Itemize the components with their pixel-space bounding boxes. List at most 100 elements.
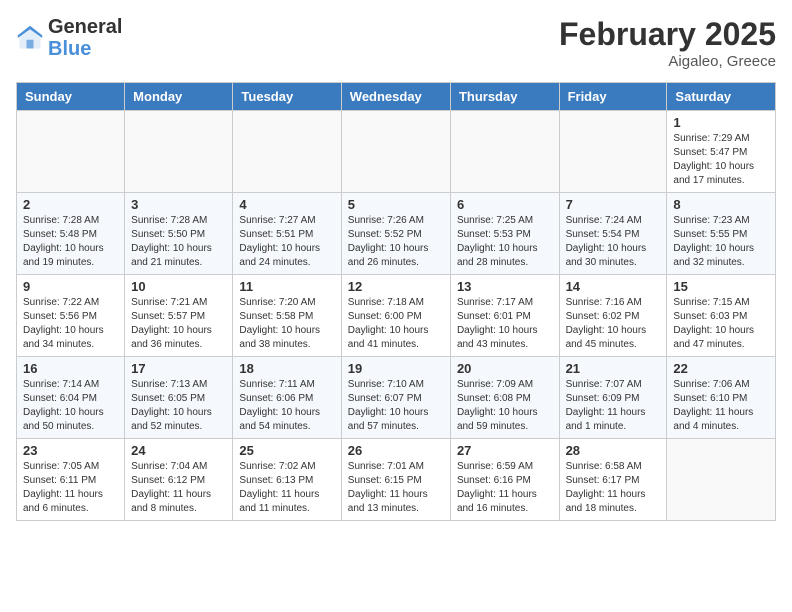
- weekday-header-thursday: Thursday: [450, 83, 559, 111]
- calendar-cell: 6 Sunrise: 7:25 AM Sunset: 5:53 PM Daylig…: [450, 193, 559, 275]
- day-number: 26: [348, 443, 444, 458]
- week-row-2: 2 Sunrise: 7:28 AM Sunset: 5:48 PM Daylig…: [17, 193, 776, 275]
- day-number: 4: [239, 197, 334, 212]
- calendar-cell: [125, 111, 233, 193]
- calendar-cell: 21 Sunrise: 7:07 AM Sunset: 6:09 PM Dayli…: [559, 357, 667, 439]
- weekday-header-wednesday: Wednesday: [341, 83, 450, 111]
- day-number: 6: [457, 197, 553, 212]
- calendar-cell: 28 Sunrise: 6:58 AM Sunset: 6:17 PM Dayli…: [559, 439, 667, 521]
- day-info: Sunrise: 7:26 AM Sunset: 5:52 PM Dayligh…: [348, 215, 429, 268]
- calendar-cell: 16 Sunrise: 7:14 AM Sunset: 6:04 PM Dayli…: [17, 357, 125, 439]
- day-info: Sunrise: 7:29 AM Sunset: 5:47 PM Dayligh…: [673, 133, 754, 186]
- calendar-cell: 12 Sunrise: 7:18 AM Sunset: 6:00 PM Dayli…: [341, 275, 450, 357]
- day-info: Sunrise: 6:58 AM Sunset: 6:17 PM Dayligh…: [566, 461, 646, 514]
- calendar-cell: 1 Sunrise: 7:29 AM Sunset: 5:47 PM Daylig…: [667, 111, 776, 193]
- weekday-header-friday: Friday: [559, 83, 667, 111]
- calendar-cell: 24 Sunrise: 7:04 AM Sunset: 6:12 PM Dayli…: [125, 439, 233, 521]
- day-info: Sunrise: 7:18 AM Sunset: 6:00 PM Dayligh…: [348, 297, 429, 350]
- day-number: 23: [23, 443, 118, 458]
- day-number: 8: [673, 197, 769, 212]
- calendar-cell: 17 Sunrise: 7:13 AM Sunset: 6:05 PM Dayli…: [125, 357, 233, 439]
- weekday-header-saturday: Saturday: [667, 83, 776, 111]
- day-info: Sunrise: 6:59 AM Sunset: 6:16 PM Dayligh…: [457, 461, 537, 514]
- calendar-cell: 2 Sunrise: 7:28 AM Sunset: 5:48 PM Daylig…: [17, 193, 125, 275]
- day-info: Sunrise: 7:13 AM Sunset: 6:05 PM Dayligh…: [131, 379, 212, 432]
- calendar-cell: [450, 111, 559, 193]
- week-row-1: 1 Sunrise: 7:29 AM Sunset: 5:47 PM Daylig…: [17, 111, 776, 193]
- day-number: 16: [23, 361, 118, 376]
- day-info: Sunrise: 7:25 AM Sunset: 5:53 PM Dayligh…: [457, 215, 538, 268]
- calendar-cell: 22 Sunrise: 7:06 AM Sunset: 6:10 PM Dayli…: [667, 357, 776, 439]
- logo-blue-text: Blue: [48, 38, 91, 60]
- calendar-cell: [559, 111, 667, 193]
- month-year-title: February 2025: [559, 16, 776, 53]
- day-number: 5: [348, 197, 444, 212]
- calendar-table: SundayMondayTuesdayWednesdayThursdayFrid…: [16, 82, 776, 521]
- day-info: Sunrise: 7:24 AM Sunset: 5:54 PM Dayligh…: [566, 215, 647, 268]
- calendar-cell: 8Sunrise: 7:23 AM Sunset: 5:55 PM Daylig…: [667, 193, 776, 275]
- title-block: February 2025 Aigaleo, Greece: [559, 16, 776, 70]
- day-number: 24: [131, 443, 226, 458]
- weekday-header-monday: Monday: [125, 83, 233, 111]
- calendar-cell: 10Sunrise: 7:21 AM Sunset: 5:57 PM Dayli…: [125, 275, 233, 357]
- day-number: 17: [131, 361, 226, 376]
- day-info: Sunrise: 7:21 AM Sunset: 5:57 PM Dayligh…: [131, 297, 212, 350]
- day-number: 14: [566, 279, 661, 294]
- calendar-cell: 19 Sunrise: 7:10 AM Sunset: 6:07 PM Dayli…: [341, 357, 450, 439]
- logo-icon: [16, 24, 44, 52]
- day-info: Sunrise: 7:02 AM Sunset: 6:13 PM Dayligh…: [239, 461, 319, 514]
- day-number: 2: [23, 197, 118, 212]
- calendar-cell: 7 Sunrise: 7:24 AM Sunset: 5:54 PM Daylig…: [559, 193, 667, 275]
- page-header: General Blue February 2025 Aigaleo, Gree…: [16, 16, 776, 70]
- day-number: 3: [131, 197, 226, 212]
- calendar-cell: 4Sunrise: 7:27 AM Sunset: 5:51 PM Daylig…: [233, 193, 341, 275]
- day-number: 9: [23, 279, 118, 294]
- week-row-3: 9 Sunrise: 7:22 AM Sunset: 5:56 PM Daylig…: [17, 275, 776, 357]
- day-number: 1: [673, 115, 769, 130]
- weekday-header-row: SundayMondayTuesdayWednesdayThursdayFrid…: [17, 83, 776, 111]
- day-info: Sunrise: 7:01 AM Sunset: 6:15 PM Dayligh…: [348, 461, 428, 514]
- day-number: 13: [457, 279, 553, 294]
- day-number: 25: [239, 443, 334, 458]
- day-info: Sunrise: 7:22 AM Sunset: 5:56 PM Dayligh…: [23, 297, 104, 350]
- calendar-cell: 27 Sunrise: 6:59 AM Sunset: 6:16 PM Dayli…: [450, 439, 559, 521]
- calendar-cell: 11 Sunrise: 7:20 AM Sunset: 5:58 PM Dayli…: [233, 275, 341, 357]
- calendar-cell: 20Sunrise: 7:09 AM Sunset: 6:08 PM Dayli…: [450, 357, 559, 439]
- calendar-cell: 3 Sunrise: 7:28 AM Sunset: 5:50 PM Daylig…: [125, 193, 233, 275]
- calendar-cell: 15 Sunrise: 7:15 AM Sunset: 6:03 PM Dayli…: [667, 275, 776, 357]
- day-info: Sunrise: 7:14 AM Sunset: 6:04 PM Dayligh…: [23, 379, 104, 432]
- day-info: Sunrise: 7:28 AM Sunset: 5:48 PM Dayligh…: [23, 215, 104, 268]
- day-info: Sunrise: 7:17 AM Sunset: 6:01 PM Dayligh…: [457, 297, 538, 350]
- logo-general-text: General: [48, 16, 122, 38]
- day-number: 15: [673, 279, 769, 294]
- calendar-cell: [667, 439, 776, 521]
- day-info: Sunrise: 7:06 AM Sunset: 6:10 PM Dayligh…: [673, 379, 753, 432]
- weekday-header-sunday: Sunday: [17, 83, 125, 111]
- calendar-cell: 13 Sunrise: 7:17 AM Sunset: 6:01 PM Dayli…: [450, 275, 559, 357]
- day-info: Sunrise: 7:10 AM Sunset: 6:07 PM Dayligh…: [348, 379, 429, 432]
- calendar-cell: 18Sunrise: 7:11 AM Sunset: 6:06 PM Dayli…: [233, 357, 341, 439]
- calendar-cell: 5 Sunrise: 7:26 AM Sunset: 5:52 PM Daylig…: [341, 193, 450, 275]
- calendar-cell: 14Sunrise: 7:16 AM Sunset: 6:02 PM Dayli…: [559, 275, 667, 357]
- day-info: Sunrise: 7:15 AM Sunset: 6:03 PM Dayligh…: [673, 297, 754, 350]
- day-info: Sunrise: 7:04 AM Sunset: 6:12 PM Dayligh…: [131, 461, 211, 514]
- day-number: 7: [566, 197, 661, 212]
- day-number: 27: [457, 443, 553, 458]
- logo: General Blue: [16, 16, 122, 60]
- day-number: 11: [239, 279, 334, 294]
- calendar-cell: 26 Sunrise: 7:01 AM Sunset: 6:15 PM Dayli…: [341, 439, 450, 521]
- week-row-5: 23 Sunrise: 7:05 AM Sunset: 6:11 PM Dayli…: [17, 439, 776, 521]
- location-subtitle: Aigaleo, Greece: [559, 53, 776, 70]
- calendar-cell: 25 Sunrise: 7:02 AM Sunset: 6:13 PM Dayli…: [233, 439, 341, 521]
- calendar-cell: [17, 111, 125, 193]
- day-info: Sunrise: 7:20 AM Sunset: 5:58 PM Dayligh…: [239, 297, 320, 350]
- day-number: 12: [348, 279, 444, 294]
- day-number: 21: [566, 361, 661, 376]
- day-number: 22: [673, 361, 769, 376]
- day-info: Sunrise: 7:07 AM Sunset: 6:09 PM Dayligh…: [566, 379, 646, 432]
- day-number: 20: [457, 361, 553, 376]
- day-number: 28: [566, 443, 661, 458]
- day-info: Sunrise: 7:05 AM Sunset: 6:11 PM Dayligh…: [23, 461, 103, 514]
- day-info: Sunrise: 7:28 AM Sunset: 5:50 PM Dayligh…: [131, 215, 212, 268]
- day-number: 19: [348, 361, 444, 376]
